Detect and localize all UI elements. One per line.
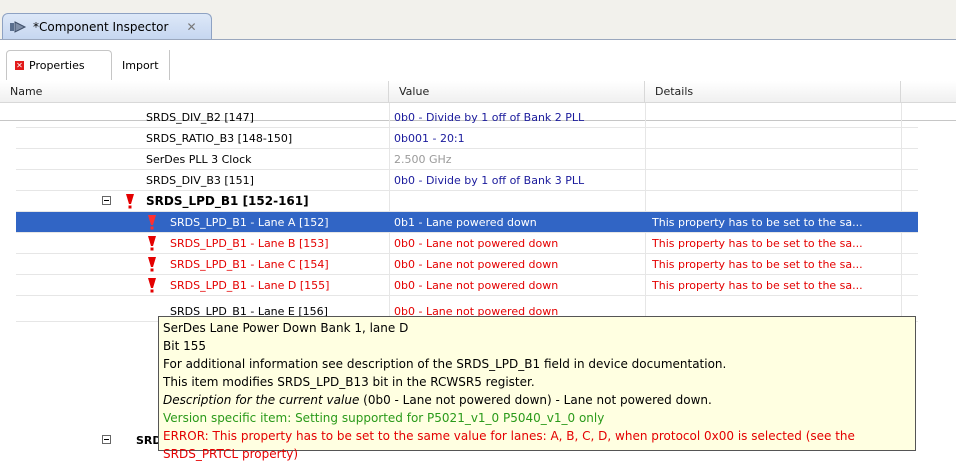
tooltip-info: For additional information see descripti… [163, 357, 727, 371]
row-value[interactable]: 0b0 - Divide by 1 off of Bank 2 PLL [394, 107, 646, 128]
tab-import[interactable]: Import [114, 50, 170, 80]
tooltip-error-cont: SRDS_PRTCL property) [163, 447, 299, 461]
row-value[interactable]: 0b0 - Lane not powered down [394, 275, 646, 296]
tooltip-version: Version specific item: Setting supported… [163, 411, 605, 425]
table-row[interactable]: SRDS_LPD_B1 - Lane D [155] 0b0 - Lane no… [16, 275, 918, 296]
error-marker-icon [148, 236, 156, 251]
column-header-name[interactable]: Name [0, 81, 389, 103]
column-header-name-label: Name [10, 85, 43, 98]
table-row[interactable]: SRDS_DIV_B3 [151] 0b0 - Divide by 1 off … [16, 170, 918, 191]
error-marker-icon [126, 194, 134, 209]
collapse-toggle-icon[interactable] [102, 435, 111, 444]
tooltip-register: This item modifies SRDS_LPD_B13 bit in t… [163, 375, 535, 389]
row-value[interactable]: 0b0 - Lane not powered down [394, 254, 646, 275]
column-header-filler [901, 81, 956, 103]
row-value[interactable]: 0b0 - Divide by 1 off of Bank 3 PLL [394, 170, 646, 191]
editor-tabbar: *Component Inspector ✕ [0, 0, 956, 40]
property-tooltip: SerDes Lane Power Down Bank 1, lane D Bi… [158, 316, 916, 461]
row-name: SRDS_DIV_B2 [147] [146, 111, 254, 124]
column-header-value-label: Value [399, 85, 430, 98]
row-name: SRDS_LPD_B1 - Lane D [155] [170, 279, 330, 292]
row-details: This property has to be set to the sa... [652, 258, 863, 271]
column-header-details-label: Details [655, 85, 694, 98]
row-name: SRDS_LPD_B1 - Lane A [152] [170, 216, 329, 229]
row-value: 2.500 GHz [394, 153, 452, 166]
column-header-value[interactable]: Value [389, 81, 645, 103]
tooltip-title: SerDes Lane Power Down Bank 1, lane D [163, 321, 409, 335]
tooltip-description-text: (0b0 - Lane not powered down) - Lane not… [359, 393, 712, 407]
tooltip-description: Description for the current value (0b0 -… [163, 391, 911, 409]
tab-component-inspector[interactable]: *Component Inspector ✕ [2, 13, 212, 40]
tab-properties[interactable]: ✕ Properties [6, 50, 112, 80]
table-row[interactable]: SRDS_LPD_B1 - Lane C [154] 0b0 - Lane no… [16, 254, 918, 275]
collapse-toggle-icon[interactable] [102, 196, 111, 205]
row-details: This property has to be set to the sa... [652, 216, 863, 229]
table-row[interactable]: SRDS_RATIO_B3 [148-150] 0b001 - 20:1 [16, 128, 918, 149]
table-row[interactable]: SerDes PLL 3 Clock 2.500 GHz [16, 149, 918, 170]
column-header-details[interactable]: Details [645, 81, 901, 103]
error-marker-icon [148, 215, 156, 230]
group-label-srds-lpd-b1: SRDS_LPD_B1 [152-161] [146, 194, 309, 208]
row-value[interactable]: 0b1 - Lane powered down [394, 212, 646, 233]
tab-properties-label: Properties [29, 59, 85, 72]
tooltip-error: ERROR: This property has to be set to th… [163, 429, 855, 443]
table-row-selected[interactable]: SRDS_LPD_B1 - Lane A [152] 0b1 - Lane po… [16, 212, 918, 233]
tab-import-label: Import [122, 58, 159, 72]
tree-group-row[interactable]: SRDS_LPD_B1 [152-161] [16, 191, 918, 212]
row-details: This property has to be set to the sa... [652, 279, 863, 292]
tooltip-description-label: Description for the current value [163, 393, 360, 407]
row-value[interactable]: 0b001 - 20:1 [394, 128, 646, 149]
table-row[interactable]: SRDS_LPD_B1 - Lane B [153] 0b0 - Lane no… [16, 233, 918, 254]
component-inspector-icon [10, 21, 27, 33]
error-marker-icon [148, 278, 156, 293]
row-name: SRDS_RATIO_B3 [148-150] [146, 132, 293, 145]
tooltip-bit: Bit 155 [163, 339, 206, 353]
row-name: SerDes PLL 3 Clock [146, 153, 252, 166]
row-name: SRDS_LPD_B1 - Lane C [154] [170, 258, 329, 271]
row-name: SRDS_LPD_B1 - Lane B [153] [170, 237, 329, 250]
row-value[interactable]: 0b0 - Lane not powered down [394, 233, 646, 254]
editor-tab-title: *Component Inspector [33, 20, 169, 34]
error-marker-icon [148, 257, 156, 272]
row-details: This property has to be set to the sa... [652, 237, 863, 250]
close-icon[interactable]: ✕ [186, 20, 196, 34]
properties-error-icon: ✕ [15, 61, 24, 70]
table-row[interactable]: SRDS_DIV_B2 [147] 0b0 - Divide by 1 off … [16, 107, 918, 128]
row-name: SRDS_DIV_B3 [151] [146, 174, 254, 187]
